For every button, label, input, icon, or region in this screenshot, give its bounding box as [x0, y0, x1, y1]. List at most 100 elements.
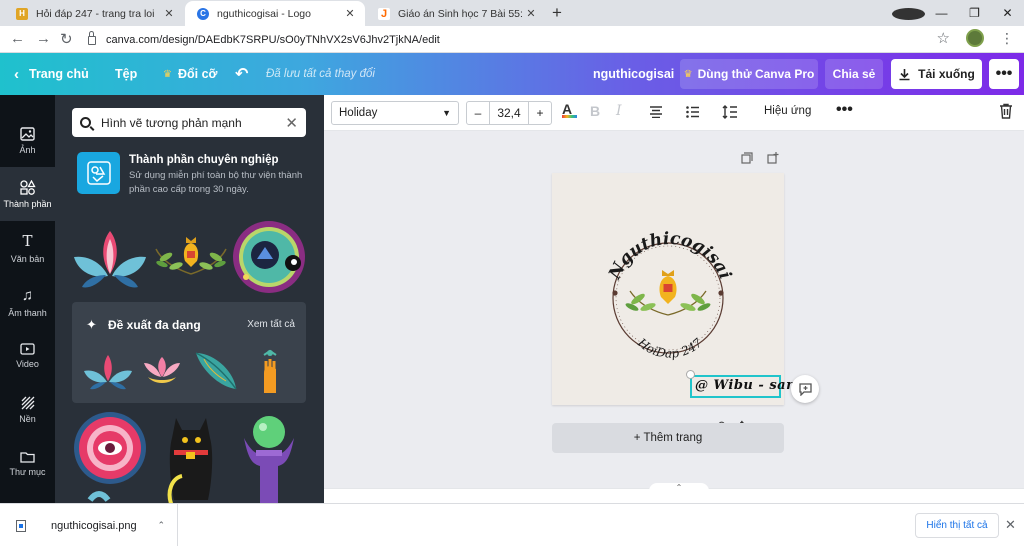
download-button[interactable]: Tải xuống: [891, 59, 982, 89]
rotate-handle[interactable]: [686, 370, 695, 379]
chevron-up-icon[interactable]: ⌃: [157, 520, 165, 531]
back-icon[interactable]: ←: [10, 30, 25, 47]
forward-icon[interactable]: →: [36, 30, 51, 47]
lock-icon[interactable]: [88, 31, 96, 45]
browser-menu-icon[interactable]: ⋮: [1000, 31, 1014, 45]
profile-menu-icon[interactable]: [892, 6, 925, 20]
rail-item-audio[interactable]: ♫ Âm thanh: [0, 275, 55, 329]
close-tab-icon[interactable]: ✕: [524, 7, 538, 20]
reload-icon[interactable]: ↻: [60, 30, 73, 48]
try-pro-button[interactable]: ♛ Dùng thử Canva Pro: [680, 59, 818, 89]
home-label: Trang chủ: [29, 67, 89, 81]
browser-tab-giaoan[interactable]: J Giáo án Sinh học 7 Bài 55: Đa dạ ✕: [366, 1, 546, 26]
trash-icon[interactable]: [999, 103, 1013, 119]
add-page-icon[interactable]: [767, 152, 779, 164]
url-text: canva.com/design/DAEdbK7SRPU/sO0yTNhVX2s…: [106, 33, 440, 46]
file-menu[interactable]: Tệp: [115, 53, 137, 95]
url-field[interactable]: canva.com/design/DAEdbK7SRPU/sO0yTNhVX2s…: [88, 30, 440, 49]
design-page[interactable]: Nguthicogisai HoiDap 247: [552, 173, 784, 405]
browser-tab-canva[interactable]: C nguthicogisai - Logo ✕: [185, 1, 365, 26]
promo-title: Thành phần chuyên nghiệp: [129, 154, 279, 166]
mandala-eye-element[interactable]: [72, 408, 150, 503]
bookmark-star-icon[interactable]: ☆: [937, 29, 950, 47]
close-tab-icon[interactable]: ✕: [343, 7, 357, 20]
browser-tab-strip: H Hỏi đáp 247 - trang tra loi ✕ C nguthi…: [0, 0, 1024, 26]
rail-item-text[interactable]: T Văn bản: [0, 221, 55, 275]
rail-item-background[interactable]: Nền: [0, 383, 55, 437]
list-icon[interactable]: [686, 106, 700, 118]
footer-expand-icon[interactable]: ⌃: [649, 483, 709, 492]
font-size-value[interactable]: 32,4: [489, 102, 529, 124]
more-toolbar-icon[interactable]: •••: [836, 101, 853, 119]
download-label: Tải xuống: [918, 67, 975, 81]
undo-icon[interactable]: ↶: [235, 53, 248, 95]
see-all-link[interactable]: Xem tất cả: [247, 319, 295, 330]
page-actions: [741, 152, 779, 164]
rail-item-folder[interactable]: Thư mục: [0, 437, 55, 491]
leaf-cluster-element[interactable]: [72, 219, 150, 303]
text-icon: T: [22, 232, 33, 250]
align-center-icon[interactable]: [649, 106, 663, 118]
element-results-row: [72, 408, 310, 503]
crystal-ball-element[interactable]: [230, 408, 308, 503]
close-tab-icon[interactable]: ✕: [162, 7, 176, 20]
add-comment-button[interactable]: [791, 375, 819, 403]
home-link[interactable]: ‹ Trang chủ: [14, 53, 89, 95]
font-name: Holiday: [339, 107, 378, 119]
rail-item-photos[interactable]: Ảnh: [0, 114, 55, 168]
logo-design: Nguthicogisai HoiDap 247: [605, 229, 735, 361]
element-search-input[interactable]: Hình vẽ tương phản mạnh ✕: [72, 108, 306, 137]
minimize-icon[interactable]: —: [925, 6, 958, 20]
suggested-feather-element[interactable]: [190, 347, 242, 395]
close-shelf-icon[interactable]: ✕: [1005, 517, 1016, 533]
canva-header: ‹ Trang chủ Tệp ♛ Đổi cỡ ↶ Đã lưu tất cả…: [0, 53, 1024, 95]
rail-item-elements[interactable]: Thành phần: [0, 167, 55, 221]
signature-text[interactable]: @ Wibu - san: [695, 378, 796, 393]
resize-menu[interactable]: ♛ Đổi cỡ: [163, 53, 217, 95]
decrease-size-button[interactable]: –: [467, 106, 489, 120]
browser-tab-hoidap[interactable]: H Hỏi đáp 247 - trang tra loi ✕: [4, 1, 184, 26]
font-family-select[interactable]: Holiday ▼: [331, 101, 459, 125]
spacing-icon[interactable]: [722, 105, 738, 119]
add-page-button[interactable]: + Thêm trang: [552, 423, 784, 453]
text-color-button[interactable]: A: [562, 101, 577, 118]
window-controls: — ❐ ✕: [892, 0, 1024, 26]
avatar[interactable]: [966, 29, 984, 47]
address-bar: ← → ↻ canva.com/design/DAEdbK7SRPU/sO0yT…: [0, 26, 1024, 53]
increase-size-button[interactable]: +: [529, 106, 551, 120]
font-size-stepper[interactable]: – 32,4 +: [466, 101, 552, 125]
effects-button[interactable]: Hiệu ứng: [764, 105, 811, 117]
suggested-lotus-element[interactable]: [136, 347, 188, 395]
try-pro-label: Dùng thử Canva Pro: [697, 67, 815, 81]
new-tab-icon[interactable]: +: [552, 3, 562, 23]
clear-search-icon[interactable]: ✕: [285, 114, 298, 132]
search-value: Hình vẽ tương phản mạnh: [101, 115, 242, 130]
restore-icon[interactable]: ❐: [958, 6, 991, 20]
selected-text-element[interactable]: @ Wibu - san: [686, 370, 796, 398]
download-shelf: nguthicogisai.png ⌃ Hiển thị tất cả ✕: [0, 503, 1024, 546]
pro-elements-promo[interactable]: Thành phần chuyên nghiệp Sử dụng miễn ph…: [77, 152, 317, 200]
design-name[interactable]: nguthicogisai: [593, 53, 674, 95]
background-icon: [21, 396, 34, 410]
sparkle-icon: ✦: [86, 317, 97, 332]
suggested-hand-element[interactable]: [244, 347, 296, 395]
saved-status: Đã lưu tất cả thay đổi: [266, 68, 375, 80]
tab-title: Hỏi đáp 247 - trang tra loi: [36, 7, 155, 20]
show-all-downloads-button[interactable]: Hiển thị tất cả: [915, 513, 999, 538]
logo-bottom-text: HoiDap 247: [634, 335, 705, 361]
download-item[interactable]: nguthicogisai.png ⌃: [0, 504, 178, 546]
laurel-crest-element[interactable]: [152, 219, 230, 303]
promo-description: Sử dụng miễn phí toàn bộ thư viện thành …: [129, 170, 303, 195]
duplicate-page-icon[interactable]: [741, 152, 753, 164]
download-icon: [899, 68, 910, 80]
window-close-icon[interactable]: ✕: [991, 6, 1024, 20]
bold-icon[interactable]: B: [590, 103, 600, 119]
rail-item-video[interactable]: Video: [0, 329, 55, 383]
mystic-eye-element[interactable]: [230, 219, 308, 303]
black-cat-element[interactable]: [152, 408, 230, 503]
canvas-workspace: Nguthicogisai HoiDap 247 @ Wibu - san + …: [324, 131, 1024, 503]
more-options-button[interactable]: •••: [989, 59, 1019, 89]
share-button[interactable]: Chia sẻ: [825, 59, 883, 89]
italic-icon[interactable]: I: [616, 103, 622, 119]
suggested-leaf-element[interactable]: [82, 347, 134, 395]
